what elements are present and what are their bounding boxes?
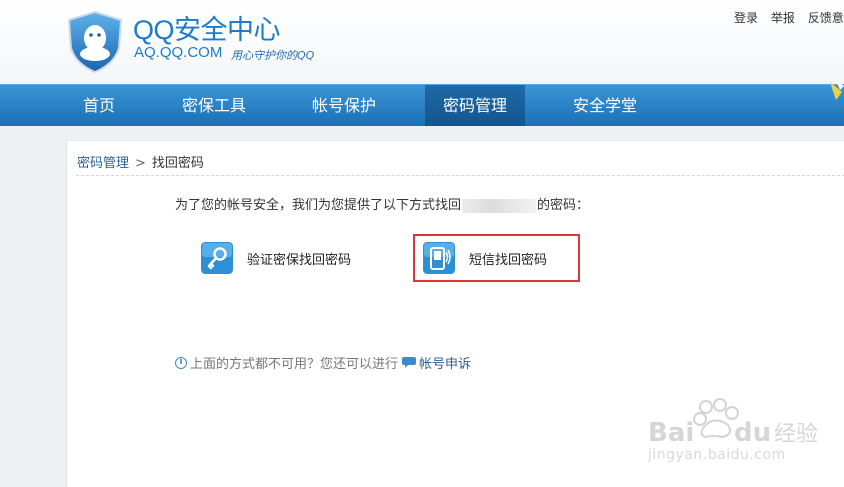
ribbon-deco-icon	[830, 80, 844, 100]
top-links: 登录 举报 反馈意见	[734, 9, 844, 26]
verify-security-option[interactable]: 验证密保找回密码	[201, 238, 351, 278]
nav-item-security-tools[interactable]: 密保工具	[165, 85, 263, 126]
help-row: i 上面的方式都不可用？您还可以进行 帐号申诉	[175, 353, 471, 372]
nav-item-security-school[interactable]: 安全学堂	[556, 85, 654, 126]
watermark-url: jingyan.baidu.com	[648, 447, 786, 463]
svg-text:经验: 经验	[774, 422, 818, 447]
logo-slogan: 用心守护你的QQ	[231, 49, 315, 62]
chat-bubble-icon	[402, 357, 417, 368]
breadcrumb-separator: >	[135, 156, 146, 171]
intro-text: 为了您的帐号安全，我们为您提供了以下方式找回 的密码：	[175, 194, 589, 213]
nav-item-account-protection[interactable]: 帐号保护	[295, 85, 393, 126]
main-nav: 首页 密保工具 帐号保护 密码管理 安全学堂	[0, 84, 844, 126]
shield-logo-icon	[67, 10, 123, 74]
divider	[76, 175, 844, 176]
login-link[interactable]: 登录	[734, 11, 758, 25]
nav-item-home[interactable]: 首页	[60, 85, 138, 126]
report-link[interactable]: 举报	[771, 11, 795, 25]
site-header: QQ安全中心 AQ.QQ.COM 用心守护你的QQ 登录 举报 反馈意见	[0, 0, 844, 84]
svg-text:Bai: Bai	[648, 418, 694, 448]
breadcrumb-password-management[interactable]: 密码管理	[77, 156, 129, 171]
baidu-watermark-logo: Bai du 经验	[648, 398, 818, 448]
account-appeal-label: 帐号申诉	[419, 357, 472, 372]
feedback-link[interactable]: 反馈意见	[808, 11, 844, 25]
breadcrumb: 密码管理 > 找回密码	[77, 152, 204, 171]
sms-recovery-option[interactable]: 短信找回密码	[413, 234, 580, 282]
info-icon: i	[175, 356, 187, 369]
phone-icon	[423, 242, 455, 274]
nav-item-password-management[interactable]: 密码管理	[425, 85, 525, 126]
intro-prefix: 为了您的帐号安全，我们为您提供了以下方式找回	[175, 198, 462, 213]
logo-domain: AQ.QQ.COM	[134, 44, 223, 61]
svg-text:du: du	[734, 418, 771, 448]
logo-title: QQ安全中心	[133, 15, 281, 45]
intro-suffix: 的密码：	[537, 198, 590, 213]
verify-security-label: 验证密保找回密码	[247, 252, 352, 268]
blurred-account-number	[462, 198, 537, 213]
key-icon	[201, 242, 233, 274]
sms-recovery-label: 短信找回密码	[469, 252, 548, 268]
account-appeal-link[interactable]: 帐号申诉	[402, 353, 471, 372]
help-text: 上面的方式都不可用？您还可以进行	[190, 357, 399, 372]
breadcrumb-current: 找回密码	[151, 156, 204, 171]
